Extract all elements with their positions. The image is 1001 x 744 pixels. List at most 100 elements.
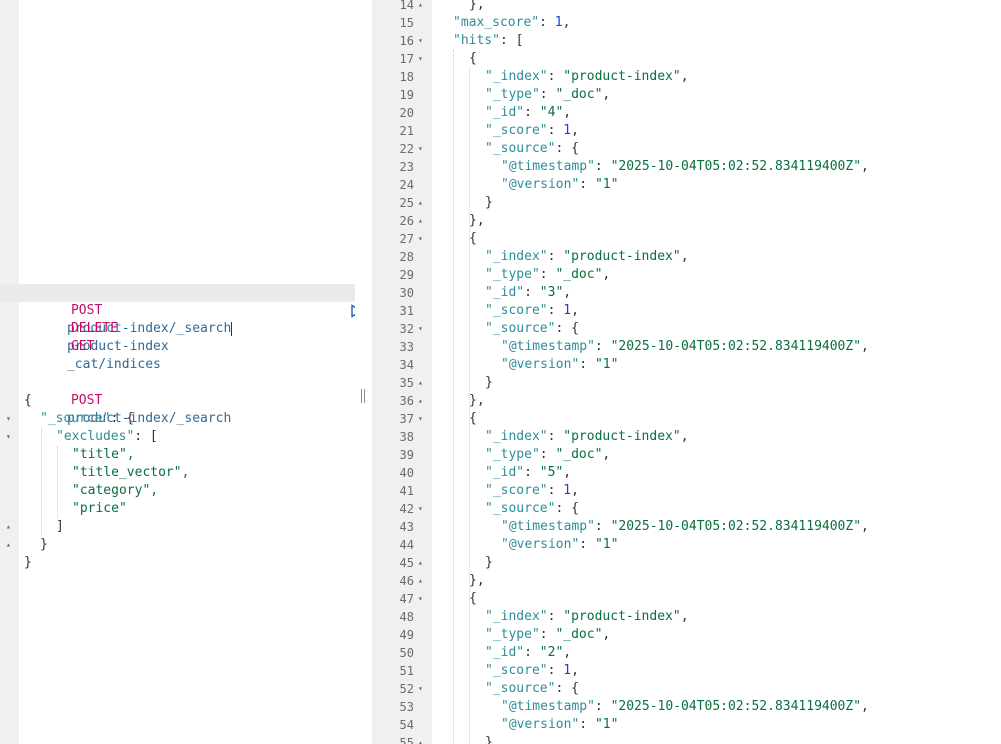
line-number: 30	[399, 286, 414, 300]
line-number: 31	[399, 304, 414, 318]
request-body-line[interactable]: ▾ "excludes": [	[0, 428, 355, 446]
fold-up-icon[interactable]: ▴	[418, 572, 423, 590]
search-request-line[interactable]: POST product-index/_search	[0, 374, 355, 426]
fold-up-icon[interactable]: ▴	[418, 212, 423, 230]
fold-down-icon[interactable]: ▾	[418, 32, 423, 50]
active-request-line[interactable]: POST product-index/_search	[0, 284, 355, 336]
indent-guide	[453, 50, 454, 744]
json-punct: :	[547, 69, 564, 84]
json-key: "@version"	[501, 357, 580, 372]
request-body-line[interactable]: "category",	[0, 482, 355, 500]
json-punct: }	[40, 537, 48, 552]
fold-down-icon[interactable]: ▾	[6, 428, 11, 446]
fold-down-icon[interactable]: ▾	[6, 410, 11, 428]
json-punct: ,	[563, 105, 572, 120]
fold-down-icon[interactable]: ▾	[418, 410, 423, 428]
json-key: "@timestamp"	[501, 699, 595, 714]
code-text: "_source": {	[485, 320, 579, 338]
json-punct: :	[539, 267, 556, 282]
json-string: "product-index"	[563, 69, 681, 84]
code-text: "_index": "product-index",	[485, 428, 689, 446]
request-line[interactable]: GET _cat/indices	[0, 320, 355, 372]
fold-down-icon[interactable]: ▾	[418, 50, 423, 68]
fold-up-icon[interactable]: ▴	[418, 392, 423, 410]
json-punct: :	[579, 717, 595, 732]
json-key: "_score"	[485, 663, 548, 678]
code-text: },	[469, 212, 485, 230]
line-number: 28	[399, 250, 414, 264]
fold-down-icon[interactable]: ▾	[418, 590, 423, 608]
request-body-line[interactable]: "price"	[0, 500, 355, 518]
json-key: "@timestamp"	[501, 159, 595, 174]
json-string: "5"	[539, 465, 564, 480]
request-editor[interactable]: POST product-index/_search DELETE produc…	[0, 0, 355, 744]
json-punct: :	[547, 303, 564, 318]
request-body-line[interactable]: ▴ }	[0, 536, 355, 554]
json-number: 1	[563, 483, 572, 498]
code-text: "_type": "_doc",	[485, 626, 610, 644]
json-key: "_type"	[485, 627, 540, 642]
line-number: 15	[399, 16, 414, 30]
request-body-line[interactable]: ▾ "_source": {	[0, 410, 355, 428]
response-viewer[interactable]: 14 ▴}, 15 "max_score": 1, 16 ▾ "hits": [17 ▾ {18…	[372, 0, 1001, 744]
fold-down-icon[interactable]: ▾	[418, 320, 423, 338]
fold-down-icon[interactable]: ▾	[418, 230, 423, 248]
code-text: "_id": "4",	[485, 104, 571, 122]
json-key: "_id"	[485, 105, 525, 120]
fold-up-icon[interactable]: ▴	[6, 518, 11, 536]
code-text: "max_score": 1,	[453, 14, 570, 32]
json-key: "_source"	[485, 141, 556, 156]
line-number: 21	[399, 124, 414, 138]
line-number: 23	[399, 160, 414, 174]
code-text: "_score": 1,	[485, 482, 579, 500]
json-string: "title_vector",	[72, 465, 190, 480]
code-text: "hits": [	[453, 32, 523, 50]
line-number: 35	[399, 376, 414, 390]
code-text: }	[485, 194, 493, 212]
code-text: },	[469, 572, 485, 590]
response-line: 47 ▾ {	[372, 590, 1001, 608]
line-number: 47	[399, 592, 414, 606]
json-key: "_index"	[485, 249, 548, 264]
fold-down-icon[interactable]: ▾	[418, 140, 423, 158]
fold-down-icon[interactable]: ▾	[418, 500, 423, 518]
json-key: "@version"	[501, 177, 580, 192]
request-body-line[interactable]: ▴ ]	[0, 518, 355, 536]
code-text: "@timestamp": "2025-10-04T05:02:52.83411…	[501, 698, 869, 716]
fold-up-icon[interactable]: ▴	[418, 554, 423, 572]
fold-up-icon[interactable]: ▴	[6, 536, 11, 554]
code-text: {	[469, 230, 477, 248]
request-body-line[interactable]: "title_vector",	[0, 464, 355, 482]
json-punct: {	[469, 51, 477, 66]
request-body-line[interactable]: "title",	[0, 446, 355, 464]
json-punct: :	[539, 447, 556, 462]
json-punct: ,	[571, 303, 579, 318]
fold-up-icon[interactable]: ▴	[418, 374, 423, 392]
line-number: 46	[399, 574, 414, 588]
json-string: "_doc"	[555, 447, 603, 462]
line-number: 29	[399, 268, 414, 282]
json-punct: :	[524, 645, 540, 660]
pane-resize-handle[interactable]	[359, 385, 367, 407]
line-number: 43	[399, 520, 414, 534]
request-body-line[interactable]: {	[0, 392, 355, 410]
fold-down-icon[interactable]: ▾	[418, 680, 423, 698]
json-punct: : {	[555, 321, 579, 336]
fold-up-icon[interactable]: ▴	[418, 0, 423, 14]
json-punct: :	[524, 465, 540, 480]
response-line: 48 "_index": "product-index",	[372, 608, 1001, 626]
json-punct: :	[579, 537, 595, 552]
json-punct: ,	[861, 519, 869, 534]
request-line[interactable]: DELETE product-index	[0, 302, 355, 354]
json-key: "@timestamp"	[501, 519, 595, 534]
code-text: }	[485, 374, 493, 392]
fold-up-icon[interactable]: ▴	[418, 194, 423, 212]
json-number: 1	[563, 123, 572, 138]
json-key: "_source"	[485, 681, 556, 696]
request-body-line[interactable]: }	[0, 554, 355, 572]
fold-up-icon[interactable]: ▴	[418, 734, 423, 744]
code-text: },	[485, 734, 501, 744]
json-punct: {	[469, 411, 477, 426]
json-string: "4"	[539, 105, 564, 120]
response-line: 43 "@timestamp": "2025-10-04T05:02:52.834…	[372, 518, 1001, 536]
